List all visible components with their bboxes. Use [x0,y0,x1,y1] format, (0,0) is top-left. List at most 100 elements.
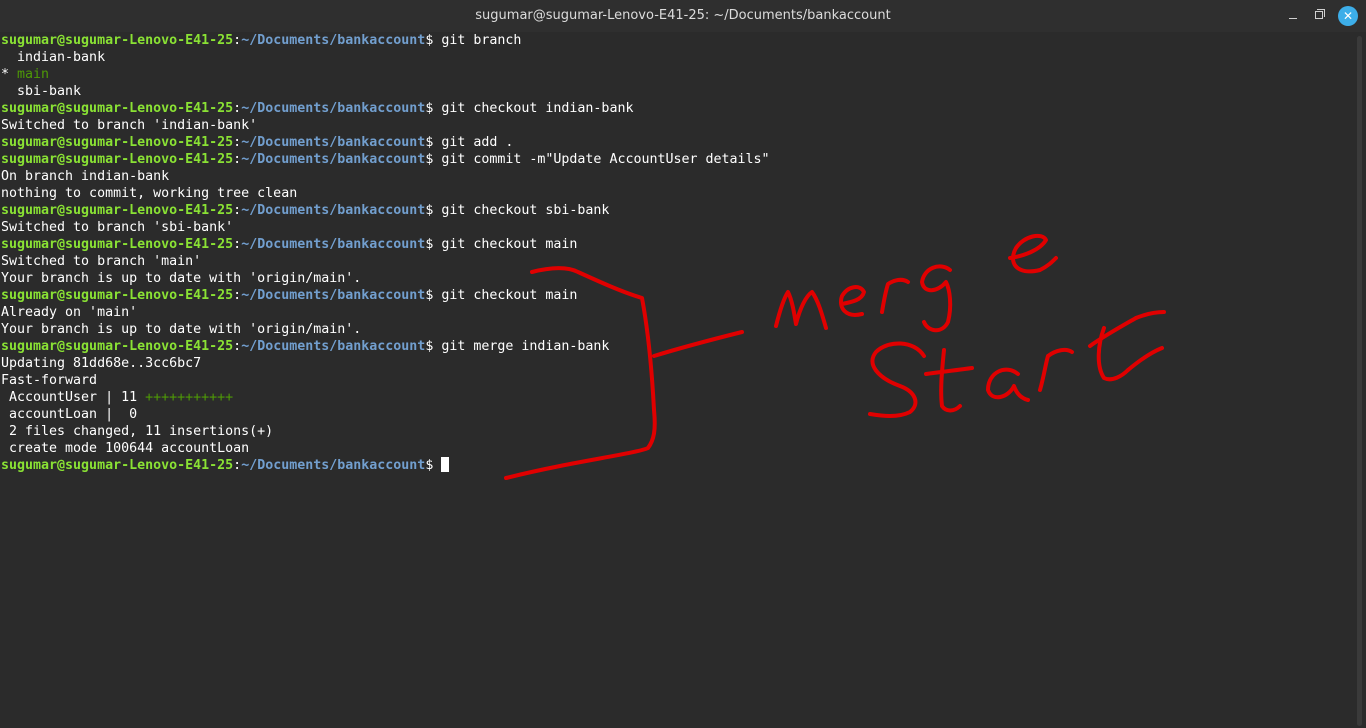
output-line: Switched to branch 'main' [1,253,1351,270]
output-text: Your branch is up to date with 'origin/m… [1,322,362,337]
prompt-line: sugumar@sugumar-Lenovo-E41-25:~/Document… [1,287,1351,304]
output-text: On branch indian-bank [1,169,170,184]
output-text: indian-bank [1,50,106,65]
output-line: 2 files changed, 11 insertions(+) [1,423,1351,440]
output-line: Switched to branch 'indian-bank' [1,117,1351,134]
output-line: create mode 100644 accountLoan [1,440,1351,457]
output-line: indian-bank [1,49,1351,66]
prompt-path: ~/Documents/bankaccount [241,33,426,48]
prompt-path: ~/Documents/bankaccount [241,339,426,354]
output-text: sbi-bank [1,84,82,99]
prompt-sign: $ [425,203,442,218]
prompt-line: sugumar@sugumar-Lenovo-E41-25:~/Document… [1,134,1351,151]
terminal-window: sugumar@sugumar-Lenovo-E41-25: ~/Documen… [0,0,1366,728]
prompt-user: sugumar@sugumar-Lenovo-E41-25 [1,339,234,354]
output-text: accountLoan | 0 [1,407,138,422]
prompt-path: ~/Documents/bankaccount [241,101,426,116]
prompt-sign: $ [425,339,442,354]
prompt-path: ~/Documents/bankaccount [241,152,426,167]
prompt-user: sugumar@sugumar-Lenovo-E41-25 [1,237,234,252]
prompt-colon: : [233,203,242,218]
output-text: AccountUser | 11 [1,390,146,405]
prompt-line: sugumar@sugumar-Lenovo-E41-25:~/Document… [1,236,1351,253]
output-line: Already on 'main' [1,304,1351,321]
output-text: nothing to commit, working tree clean [1,186,298,201]
output-line: accountLoan | 0 [1,406,1351,423]
prompt-line: sugumar@sugumar-Lenovo-E41-25:~/Document… [1,457,1351,474]
command-text: git branch [441,33,522,48]
prompt-sign: $ [425,458,442,473]
prompt-colon: : [233,152,242,167]
prompt-user: sugumar@sugumar-Lenovo-E41-25 [1,288,234,303]
output-text: Updating 81dd68e..3cc6bc7 [1,356,202,371]
command-text: git checkout main [441,288,578,303]
title-bar[interactable]: sugumar@sugumar-Lenovo-E41-25: ~/Documen… [0,0,1366,32]
prompt-sign: $ [425,288,442,303]
command-text: git commit -m"Update AccountUser details… [441,152,770,167]
output-line: On branch indian-bank [1,168,1351,185]
prompt-sign: $ [425,152,442,167]
output-text: create mode 100644 accountLoan [1,441,250,456]
highlighted-text: main [17,67,50,82]
output-line: Updating 81dd68e..3cc6bc7 [1,355,1351,372]
text-cursor [441,457,450,472]
prompt-path: ~/Documents/bankaccount [241,237,426,252]
prompt-line: sugumar@sugumar-Lenovo-E41-25:~/Document… [1,32,1351,49]
prompt-colon: : [233,339,242,354]
output-line: nothing to commit, working tree clean [1,185,1351,202]
prompt-user: sugumar@sugumar-Lenovo-E41-25 [1,33,234,48]
minimize-icon [1289,18,1297,19]
prompt-path: ~/Documents/bankaccount [241,288,426,303]
prompt-colon: : [233,458,242,473]
window-title: sugumar@sugumar-Lenovo-E41-25: ~/Documen… [475,8,891,23]
output-text: Already on 'main' [1,305,138,320]
output-line: Your branch is up to date with 'origin/m… [1,321,1351,338]
output-line: Your branch is up to date with 'origin/m… [1,270,1351,287]
prompt-user: sugumar@sugumar-Lenovo-E41-25 [1,101,234,116]
command-text: git checkout indian-bank [441,101,634,116]
prompt-user: sugumar@sugumar-Lenovo-E41-25 [1,135,234,150]
prompt-line: sugumar@sugumar-Lenovo-E41-25:~/Document… [1,202,1351,219]
command-text: git checkout sbi-bank [441,203,610,218]
command-text: git add . [441,135,514,150]
prompt-colon: : [233,101,242,116]
output-text: Switched to branch 'main' [1,254,202,269]
scrollbar[interactable] [1357,36,1362,726]
restore-icon [1317,9,1325,17]
output-line: AccountUser | 11 +++++++++++ [1,389,1351,406]
output-text: Switched to branch 'indian-bank' [1,118,258,133]
output-line: Switched to branch 'sbi-bank' [1,219,1351,236]
prompt-line: sugumar@sugumar-Lenovo-E41-25:~/Document… [1,338,1351,355]
prompt-colon: : [233,135,242,150]
output-line: * main [1,66,1351,83]
output-text: Fast-forward [1,373,98,388]
prompt-colon: : [233,33,242,48]
output-text: Your branch is up to date with 'origin/m… [1,271,362,286]
prompt-line: sugumar@sugumar-Lenovo-E41-25:~/Document… [1,151,1351,168]
prompt-sign: $ [425,33,442,48]
prompt-user: sugumar@sugumar-Lenovo-E41-25 [1,203,234,218]
output-text: * [1,67,18,82]
command-text: git merge indian-bank [441,339,610,354]
highlighted-text: +++++++++++ [145,390,234,405]
output-text: 2 files changed, 11 insertions(+) [1,424,274,439]
prompt-user: sugumar@sugumar-Lenovo-E41-25 [1,152,234,167]
command-text: git checkout main [441,237,578,252]
output-line: sbi-bank [1,83,1351,100]
output-text: Switched to branch 'sbi-bank' [1,220,234,235]
minimize-button[interactable] [1284,6,1304,26]
prompt-sign: $ [425,135,442,150]
prompt-line: sugumar@sugumar-Lenovo-E41-25:~/Document… [1,100,1351,117]
terminal-output[interactable]: sugumar@sugumar-Lenovo-E41-25:~/Document… [1,32,1351,474]
output-line: Fast-forward [1,372,1351,389]
close-button[interactable]: ✕ [1338,6,1358,26]
prompt-colon: : [233,288,242,303]
prompt-user: sugumar@sugumar-Lenovo-E41-25 [1,458,234,473]
prompt-sign: $ [425,237,442,252]
prompt-path: ~/Documents/bankaccount [241,135,426,150]
prompt-sign: $ [425,101,442,116]
prompt-path: ~/Documents/bankaccount [241,458,426,473]
prompt-colon: : [233,237,242,252]
maximize-button[interactable] [1310,6,1330,26]
prompt-path: ~/Documents/bankaccount [241,203,426,218]
